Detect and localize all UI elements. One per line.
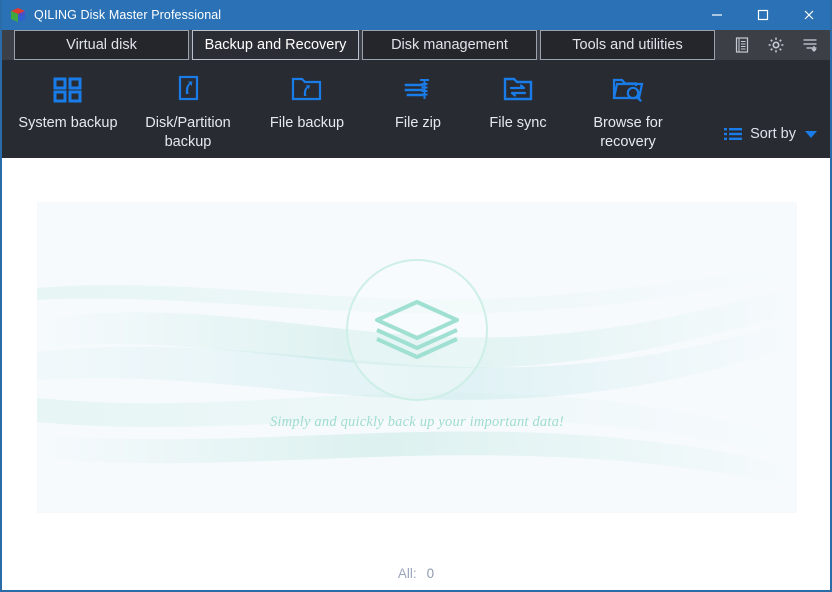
tab-bar: Virtual disk Backup and Recovery Disk ma… (2, 30, 830, 60)
toolbar-item-label: File sync (489, 115, 547, 131)
toolbar-item-system-backup[interactable]: System backup (6, 70, 130, 133)
tab-virtual-disk[interactable]: Virtual disk (14, 30, 189, 60)
tab-label: Tools and utilities (572, 37, 683, 53)
folder-sync-icon (500, 70, 536, 110)
menu-icon[interactable] (800, 35, 820, 55)
toolbar-items: System backup Disk/Partition backup File… (2, 60, 688, 152)
folder-backup-icon (289, 70, 325, 110)
list-icon (724, 127, 743, 141)
window-title: QILING Disk Master Professional (34, 8, 222, 22)
tab-label: Backup and Recovery (204, 37, 347, 53)
tab-label: Disk management (391, 37, 508, 53)
chevron-down-icon[interactable] (804, 129, 818, 139)
layers-stack-badge (346, 258, 488, 401)
toolbar-item-file-zip[interactable]: File zip (368, 70, 468, 133)
backup-list-empty-panel: Simply and quickly back up your importan… (37, 202, 797, 513)
sort-by-control[interactable]: Sort by (724, 60, 830, 142)
tab-backup-and-recovery[interactable]: Backup and Recovery (192, 30, 359, 60)
close-button[interactable] (786, 0, 830, 30)
all-label: All: (397, 565, 417, 581)
main-toolbar: System backup Disk/Partition backup File… (2, 60, 830, 158)
title-bar: QILING Disk Master Professional (2, 0, 830, 30)
content-area: Simply and quickly back up your importan… (2, 158, 830, 590)
disk-partition-icon (171, 70, 205, 110)
toolbar-item-file-sync[interactable]: File sync (468, 70, 568, 133)
windows-grid-icon (51, 70, 85, 110)
app-window: QILING Disk Master Professional Virtual … (0, 0, 832, 592)
cube-icon (10, 7, 26, 23)
window-controls (694, 0, 830, 30)
maximize-button[interactable] (740, 0, 786, 30)
toolbar-item-label: System backup (18, 115, 118, 131)
layers-stack-icon (371, 290, 463, 370)
sort-by-label: Sort by (750, 126, 796, 142)
toolbar-item-label: File backup (269, 115, 345, 131)
tab-list: Virtual disk Backup and Recovery Disk ma… (2, 30, 718, 60)
log-icon[interactable] (732, 35, 752, 55)
toolbar-item-label: File zip (395, 115, 441, 131)
file-zip-icon (401, 70, 435, 110)
toolbar-item-browse-for-recovery[interactable]: Browse for recovery (568, 70, 688, 152)
tab-tools-and-utilities[interactable]: Tools and utilities (540, 30, 715, 60)
tab-disk-management[interactable]: Disk management (362, 30, 537, 60)
toolbar-item-label: Disk/Partition backup (145, 115, 231, 150)
gear-icon[interactable] (766, 35, 786, 55)
tab-label: Virtual disk (66, 37, 137, 53)
toolbar-item-label: Browse for recovery (593, 115, 663, 150)
toolbar-item-file-backup[interactable]: File backup (246, 70, 368, 133)
all-count: 0 (426, 565, 435, 581)
toolbar-item-disk-partition-backup[interactable]: Disk/Partition backup (130, 70, 246, 152)
status-bar: All: 0 (2, 562, 830, 584)
tab-bar-actions (732, 30, 830, 60)
minimize-button[interactable] (694, 0, 740, 30)
folder-search-icon (609, 70, 647, 110)
tagline-text: Simply and quickly back up your importan… (269, 414, 565, 430)
